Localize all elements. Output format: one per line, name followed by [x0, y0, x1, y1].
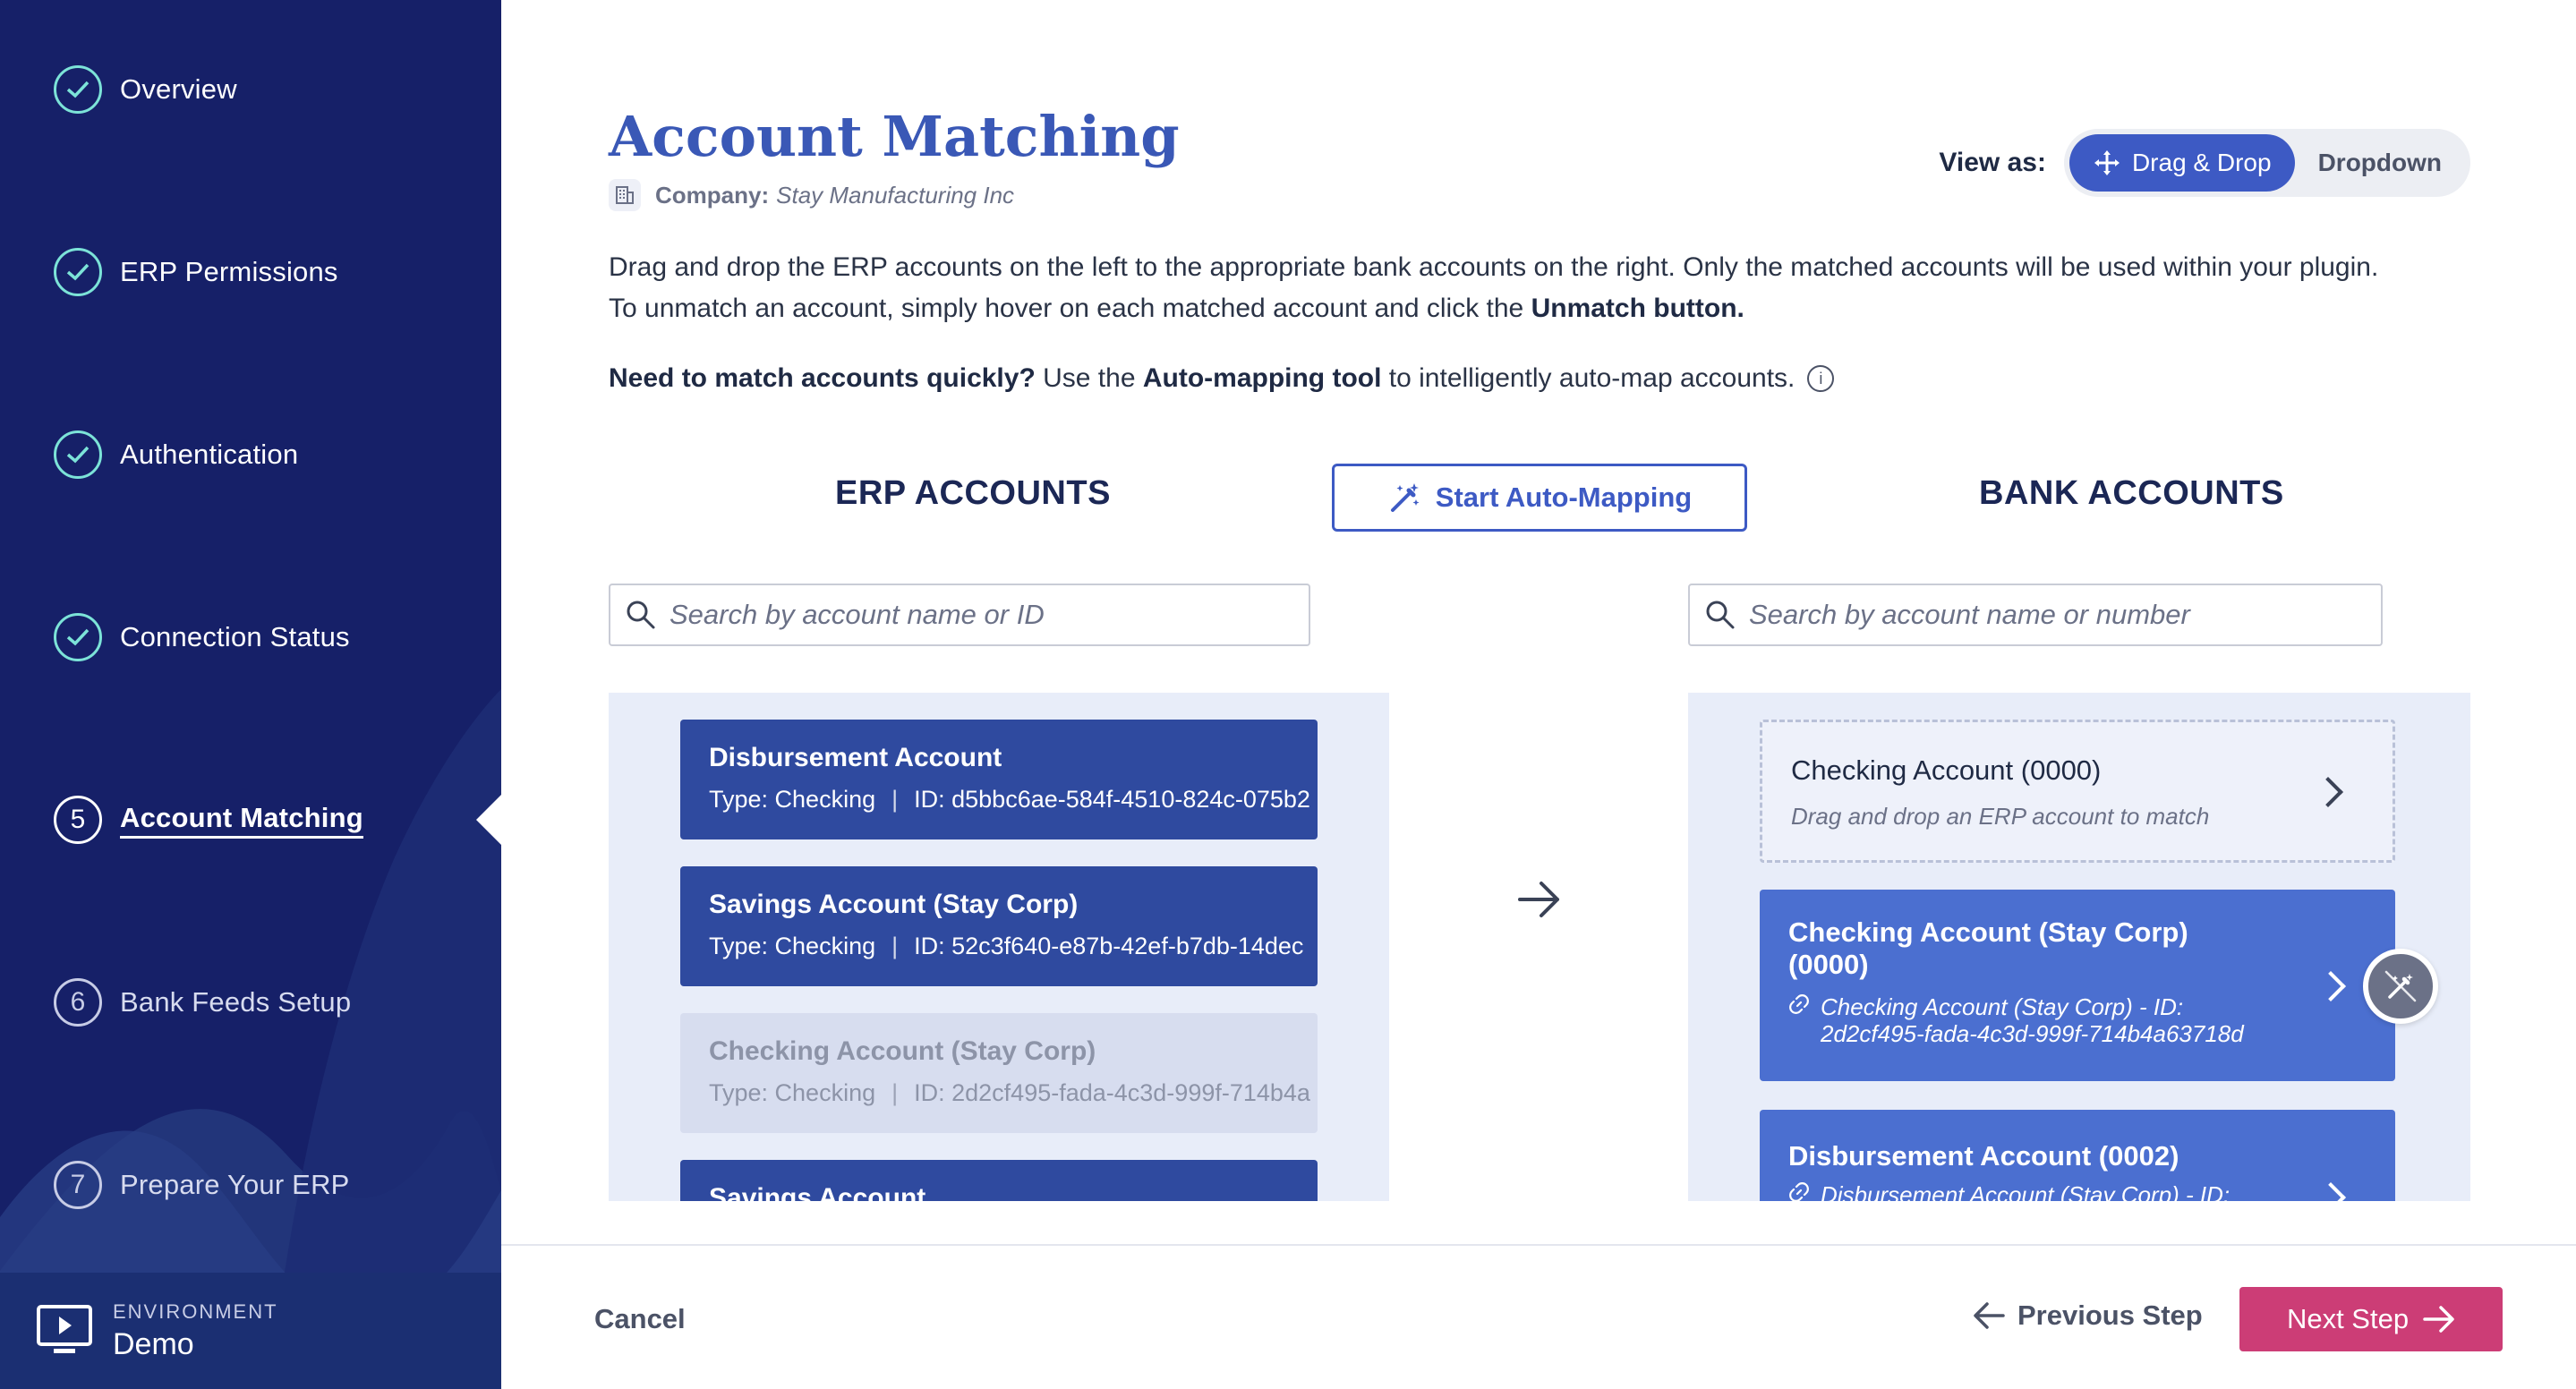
- company-label: Company:: [655, 181, 770, 209]
- active-step-indicator: [476, 795, 501, 845]
- bank-accounts-title: BANK ACCOUNTS: [1979, 474, 2284, 512]
- dropzone-hint: Drag and drop an ERP account to match: [1791, 803, 2210, 830]
- step-label: Prepare Your ERP: [120, 1169, 350, 1200]
- view-option-label: Drag & Drop: [2131, 149, 2272, 176]
- step-erp-permissions[interactable]: ERP Permissions: [54, 245, 338, 299]
- building-icon: [609, 179, 641, 211]
- erp-account-card[interactable]: Savings Account: [680, 1160, 1318, 1201]
- footer-bar: Cancel Previous Step Next Step: [501, 1244, 2576, 1389]
- erp-search: [609, 584, 1310, 646]
- search-icon: [1706, 601, 1735, 629]
- bank-accounts-list: Checking Account (0000) Drag and drop an…: [1688, 693, 2470, 1201]
- check-circle-icon: [54, 248, 102, 296]
- magic-wand-icon: [1390, 483, 1420, 512]
- instructions: Drag and drop the ERP accounts on the le…: [609, 247, 2524, 329]
- view-option-label: Dropdown: [2317, 149, 2442, 176]
- step-label: Overview: [120, 73, 237, 105]
- link-icon: [1789, 994, 1809, 1014]
- step-authentication[interactable]: Authentication: [54, 428, 298, 481]
- check-circle-icon: [54, 430, 102, 479]
- link-icon: [1789, 1182, 1809, 1201]
- check-circle-icon: [54, 613, 102, 661]
- step-label: Authentication: [120, 439, 299, 470]
- matched-erp-account: Checking Account (Stay Corp) - ID: 2d2cf4…: [1788, 993, 2367, 1047]
- start-auto-mapping-button[interactable]: Start Auto-Mapping: [1332, 464, 1747, 532]
- erp-account-type: Type: Checking: [709, 933, 876, 959]
- previous-step-button[interactable]: Previous Step: [1973, 1300, 2203, 1332]
- erp-accounts-title: ERP ACCOUNTS: [835, 474, 1111, 512]
- step-account-matching[interactable]: 5 Account Matching: [54, 793, 363, 847]
- search-icon: [627, 601, 655, 629]
- step-label: Bank Feeds Setup: [120, 986, 352, 1018]
- main-content: Account Matching Company: Stay Manufactu…: [501, 0, 2576, 1389]
- step-prepare-your-erp[interactable]: 7 Prepare Your ERP: [54, 1158, 350, 1212]
- erp-account-id: ID: d5bbc6ae-584f-4510-824c-075b2: [914, 786, 1310, 813]
- environment-indicator: ENVIRONMENT Demo: [0, 1273, 501, 1389]
- erp-account-name: Checking Account (Stay Corp): [709, 1036, 1096, 1066]
- previous-step-label: Previous Step: [2017, 1300, 2203, 1331]
- bank-account-dropzone[interactable]: Checking Account (0000) Drag and drop an…: [1760, 720, 2395, 863]
- move-arrows-icon: [2094, 150, 2120, 175]
- step-label: ERP Permissions: [120, 256, 338, 287]
- view-as-switch: View as: Drag & Drop Dropdown: [1939, 129, 2470, 197]
- erp-account-name: Disbursement Account: [709, 743, 1002, 772]
- auto-mapping-label: Start Auto-Mapping: [1435, 481, 1693, 513]
- step-number: 5: [54, 796, 102, 844]
- erp-account-name: Savings Account (Stay Corp): [709, 890, 1079, 919]
- company-name: Stay Manufacturing Inc: [776, 181, 1015, 209]
- instructions-line-2: To unmatch an account, simply hover on e…: [609, 294, 1744, 323]
- step-connection-status[interactable]: Connection Status: [54, 610, 350, 664]
- bank-account-card-matched[interactable]: Disbursement Account (0002) Disbursement…: [1760, 1110, 2395, 1201]
- erp-account-id: ID: 2d2cf495-fada-4c3d-999f-714b4a: [914, 1079, 1310, 1106]
- arrow-left-icon: [1974, 1302, 2005, 1329]
- erp-account-type: Type: Checking: [709, 786, 876, 813]
- erp-account-card[interactable]: Disbursement Account Type: Checking | ID: …: [680, 720, 1318, 839]
- view-toggle: Drag & Drop Dropdown: [2063, 129, 2470, 197]
- step-label: Connection Status: [120, 621, 350, 652]
- monitor-play-icon: [37, 1305, 92, 1353]
- bank-search-input[interactable]: [1749, 599, 2358, 631]
- arrow-right-icon: [1518, 882, 1559, 917]
- check-circle-icon: [54, 65, 102, 114]
- view-dropdown-button[interactable]: Dropdown: [2295, 134, 2465, 192]
- step-overview[interactable]: Overview: [54, 63, 237, 116]
- view-as-label: View as:: [1939, 148, 2046, 177]
- arrow-right-icon: [2423, 1306, 2454, 1333]
- bank-account-card-matched[interactable]: Checking Account (Stay Corp) (0000) Check…: [1760, 890, 2395, 1081]
- erp-account-card[interactable]: Savings Account (Stay Corp) Type: Checki…: [680, 866, 1318, 986]
- environment-value: Demo: [113, 1326, 194, 1361]
- erp-search-input[interactable]: [670, 599, 1285, 631]
- unmatch-button[interactable]: [2363, 949, 2438, 1024]
- step-number: 7: [54, 1161, 102, 1209]
- erp-account-card-matched: Checking Account (Stay Corp) Type: Check…: [680, 1013, 1318, 1133]
- next-step-label: Next Step: [2286, 1303, 2410, 1334]
- info-icon[interactable]: i: [1807, 365, 1835, 392]
- page-title: Account Matching: [609, 104, 1180, 169]
- bank-account-name: Disbursement Account (0002): [1788, 1140, 2179, 1172]
- step-number: 6: [54, 978, 102, 1027]
- bank-search: [1688, 584, 2383, 646]
- view-drag-drop-button[interactable]: Drag & Drop: [2068, 134, 2295, 192]
- matched-erp-account: Disbursement Account (Stay Corp) - ID:: [1788, 1181, 2367, 1201]
- erp-account-type: Type: Checking: [709, 1079, 876, 1106]
- erp-account-name: Savings Account: [709, 1183, 926, 1201]
- step-label: Account Matching: [120, 802, 363, 839]
- instructions-line-1: Drag and drop the ERP accounts on the le…: [609, 252, 2379, 282]
- company-info: Company: Stay Manufacturing Inc: [609, 179, 1014, 211]
- erp-accounts-list: Disbursement Account Type: Checking | ID: …: [609, 693, 1389, 1201]
- sidebar: Overview ERP Permissions Authentication …: [0, 0, 501, 1389]
- auto-mapping-hint: Need to match accounts quickly? Use the …: [609, 363, 1835, 394]
- unmatch-wand-icon: [2384, 970, 2417, 1002]
- cancel-button[interactable]: Cancel: [594, 1303, 686, 1335]
- bank-account-name: Checking Account (0000): [1791, 754, 2102, 786]
- next-step-button[interactable]: Next Step: [2239, 1287, 2503, 1351]
- erp-account-id: ID: 52c3f640-e87b-42ef-b7db-14dec: [914, 933, 1304, 959]
- environment-caption: ENVIRONMENT: [113, 1300, 278, 1323]
- bank-account-name: Checking Account (Stay Corp) (0000): [1788, 916, 2188, 980]
- step-bank-feeds-setup[interactable]: 6 Bank Feeds Setup: [54, 976, 351, 1029]
